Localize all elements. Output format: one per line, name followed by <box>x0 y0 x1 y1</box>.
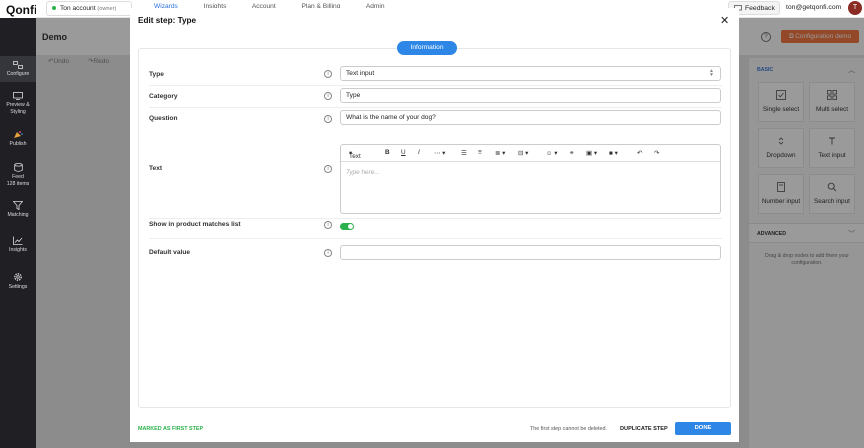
feed-count: 128 items <box>6 180 30 187</box>
sidebar-item-settings[interactable]: Settings <box>0 272 36 294</box>
delete-note: The first step cannot be deleted. <box>530 426 608 432</box>
default-value-label: Default value <box>149 249 191 256</box>
bold-icon[interactable]: B <box>385 149 390 156</box>
database-icon <box>13 163 23 172</box>
app-logo: Qonfi <box>0 0 36 18</box>
account-name: Ton account <box>60 5 96 12</box>
feedback-label: Feedback <box>745 5 775 12</box>
sidebar-item-label: Feed <box>12 174 24 180</box>
video-icon[interactable]: ■ ▾ <box>609 149 618 157</box>
chart-icon <box>13 236 23 245</box>
undo-icon[interactable]: ↶ <box>637 149 642 157</box>
sidebar-item-label: Publish <box>9 141 27 147</box>
modal-title: Edit step: Type <box>138 16 197 25</box>
question-field[interactable]: What is the name of your dog? <box>340 110 721 125</box>
sidebar-item-feed[interactable]: Feed 128 items <box>0 163 36 191</box>
status-dot <box>52 6 56 11</box>
sidebar-item-label: Preview & Styling <box>6 102 30 115</box>
sidebar-item-configure[interactable]: Configure <box>0 56 36 82</box>
editor-toolbar: Text ▾ B U I ⋯ ▾ ☰ ≡ ≣ ▾ ⊟ ▾ ☺ ▾ ⚭ ▣ ▾ ■… <box>341 145 720 162</box>
account-role: (owner) <box>97 6 117 12</box>
numbered-list-icon[interactable]: ≡ <box>478 149 482 156</box>
tab-information[interactable]: Information <box>397 41 457 55</box>
type-select[interactable]: Text input ▲ ▼ <box>340 66 721 81</box>
first-step-marker: MARKED AS FIRST STEP <box>138 426 204 432</box>
show-in-matches-label: Show in product matches list <box>149 221 241 228</box>
sidebar: Qonfi Configure Preview & Styling Publis… <box>0 0 36 448</box>
indent-icon[interactable]: ⊟ ▾ <box>518 149 528 157</box>
divider <box>149 218 722 219</box>
category-field-value: Type <box>346 92 361 99</box>
type-select-value: Text input <box>346 70 375 77</box>
duplicate-step-button[interactable]: DUPLICATE STEP <box>620 426 668 432</box>
sidebar-item-publish[interactable]: Publish <box>0 130 36 152</box>
sidebar-item-insights[interactable]: Insights <box>0 236 36 258</box>
sidebar-item-label: Insights <box>9 247 27 253</box>
edit-step-modal: Edit step: Type ✕ Information Type i Tex… <box>130 8 739 442</box>
monitor-icon <box>13 92 23 100</box>
avatar[interactable]: T <box>848 1 862 15</box>
link-icon[interactable]: ⚭ <box>569 149 574 157</box>
divider <box>149 107 722 108</box>
done-button[interactable]: DONE <box>675 422 731 435</box>
italic-icon[interactable]: I <box>418 149 420 156</box>
text-editor[interactable]: Text ▾ B U I ⋯ ▾ ☰ ≡ ≣ ▾ ⊟ ▾ ☺ ▾ ⚭ ▣ ▾ ■… <box>340 144 721 214</box>
sidebar-item-matching[interactable]: Matching <box>0 201 36 223</box>
sidebar-item-label: Configure <box>6 71 30 77</box>
info-icon[interactable]: i <box>324 165 332 173</box>
text-label: Text <box>149 165 163 172</box>
question-field-value: What is the name of your dog? <box>346 114 436 121</box>
info-icon[interactable]: i <box>324 221 332 229</box>
toggle-knob <box>348 224 353 229</box>
text-style-label: Text <box>349 153 361 160</box>
sidebar-item-label: Settings <box>8 284 28 290</box>
sidebar-item-preview[interactable]: Preview & Styling <box>0 92 36 120</box>
configure-icon <box>13 61 23 69</box>
text-editor-placeholder: Type here... <box>346 169 380 176</box>
text-style-dropdown[interactable]: Text ▾ <box>349 149 361 160</box>
align-icon[interactable]: ≣ ▾ <box>495 149 505 157</box>
step-form: Type i Text input ▲ ▼ Category i Type Que… <box>138 48 731 408</box>
info-icon[interactable]: i <box>324 92 332 100</box>
user-email: ton@getqonfi.com <box>786 4 842 11</box>
sidebar-item-label: Matching <box>7 212 29 218</box>
chevron-up-down-icon: ▲ ▼ <box>709 68 714 78</box>
bullet-list-icon[interactable]: ☰ <box>461 149 467 157</box>
info-icon[interactable]: i <box>324 70 332 78</box>
image-icon[interactable]: ▣ ▾ <box>586 149 597 157</box>
close-icon[interactable]: ✕ <box>720 16 729 27</box>
category-label: Category <box>149 93 178 100</box>
show-in-matches-toggle[interactable] <box>340 223 354 230</box>
info-icon[interactable]: i <box>324 249 332 257</box>
underline-icon[interactable]: U <box>401 149 406 156</box>
divider <box>149 238 722 239</box>
redo-icon[interactable]: ↷ <box>654 149 659 157</box>
more-formatting-icon[interactable]: ⋯ ▾ <box>434 149 445 157</box>
type-label: Type <box>149 71 164 78</box>
category-field[interactable]: Type <box>340 88 721 103</box>
emoji-icon[interactable]: ☺ ▾ <box>546 149 558 157</box>
gear-icon <box>14 273 22 281</box>
question-label: Question <box>149 115 178 122</box>
party-icon <box>14 131 23 138</box>
default-value-field[interactable] <box>340 245 721 260</box>
account-selector[interactable]: Ton account (owner) <box>46 1 132 16</box>
info-icon[interactable]: i <box>324 115 332 123</box>
divider <box>149 85 722 86</box>
filter-icon <box>13 201 23 210</box>
